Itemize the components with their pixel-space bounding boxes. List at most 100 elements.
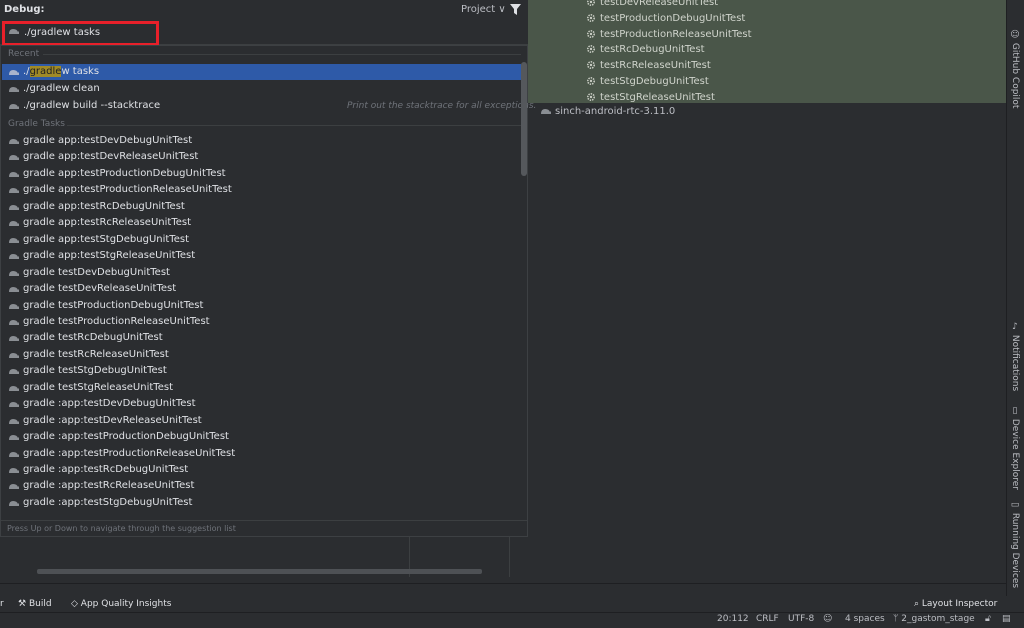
gradle-elephant-icon	[9, 468, 19, 473]
tree-item-label: sinch-android-rtc-3.11.0	[555, 106, 676, 117]
match-highlight: gradle	[29, 66, 62, 77]
filter-icon[interactable]	[510, 4, 521, 15]
gradle-elephant-icon	[9, 104, 19, 109]
caret-position[interactable]: 20:112	[717, 613, 749, 626]
gear-icon	[587, 0, 595, 6]
line-separator[interactable]: CRLF	[756, 613, 779, 626]
bell-icon: ♪	[1010, 322, 1020, 335]
recent-item[interactable]: ./gradlew build --stacktrace Print out t…	[2, 98, 536, 114]
gradle-task-item[interactable]: gradle app:testStgDebugUnitTest	[2, 232, 521, 248]
suggestion-popup: Recent ./gradlew tasks ./gradlew clean .…	[0, 45, 536, 537]
gradle-elephant-icon	[9, 402, 19, 408]
gradle-task-item[interactable]: gradle app:testRcReleaseUnitTest	[2, 215, 521, 231]
gradle-elephant-icon	[9, 237, 19, 243]
gradle-task-item[interactable]: gradle :app:testDevReleaseUnitTest	[2, 413, 521, 429]
gradle-task-item[interactable]: gradle :app:testProductionReleaseUnitTes…	[2, 446, 521, 462]
running-devices-tab[interactable]: ▭ Running Devices	[1010, 500, 1020, 588]
gradle-task-item[interactable]: gradle app:testProductionDebugUnitTest	[2, 166, 521, 182]
tree-item-test-task[interactable]: testDevReleaseUnitTest	[586, 0, 718, 11]
gradle-elephant-icon	[9, 188, 19, 194]
run-anything-title: Debug:	[4, 4, 45, 15]
gradle-tasks-section-label: Gradle Tasks	[8, 119, 65, 129]
gradle-elephant-icon	[9, 303, 19, 309]
gradle-task-item[interactable]: gradle :app:testStgDebugUnitTest	[2, 495, 521, 511]
annotation-highlight-box	[2, 21, 159, 46]
indent-setting[interactable]: 4 spaces	[845, 613, 885, 626]
gradle-task-item[interactable]: gradle :app:testDevDebugUnitTest	[2, 396, 521, 412]
gradle-task-item[interactable]: gradle testProductionDebugUnitTest	[2, 298, 521, 314]
vcs-branch[interactable]: ᛘ 2_gastom_stage	[893, 613, 975, 626]
popup-scrollbar[interactable]	[521, 62, 527, 176]
gear-icon	[586, 76, 596, 86]
gradle-elephant-icon	[9, 352, 19, 358]
divider	[509, 537, 510, 577]
memory-indicator-icon[interactable]: ▤	[1002, 613, 1011, 626]
gradle-elephant-icon	[541, 109, 551, 114]
recent-item-selected[interactable]: ./gradlew tasks	[2, 64, 521, 80]
gradle-task-item[interactable]: gradle :app:testRcReleaseUnitTest	[2, 478, 521, 494]
tree-item-test-task[interactable]: testRcDebugUnitTest	[586, 42, 705, 58]
build-tab[interactable]: ⚒ Build	[18, 597, 52, 611]
github-copilot-tab[interactable]: ☺ GitHub Copilot	[1010, 30, 1020, 108]
gradle-task-item[interactable]: gradle testRcReleaseUnitTest	[2, 347, 521, 363]
popup-footer-hint: Press Up or Down to navigate through the…	[1, 520, 527, 536]
gradle-elephant-icon	[9, 204, 19, 210]
diamond-icon: ◇	[71, 599, 81, 609]
gradle-elephant-icon	[9, 155, 19, 161]
recent-item[interactable]: ./gradlew clean	[2, 81, 521, 97]
horizontal-scrollbar[interactable]	[37, 569, 482, 574]
gradle-elephant-icon	[9, 87, 19, 92]
gradle-task-item[interactable]: gradle testStgReleaseUnitTest	[2, 380, 521, 396]
tree-item-test-task[interactable]: testStgDebugUnitTest	[586, 74, 709, 90]
gradle-task-item[interactable]: gradle testStgDebugUnitTest	[2, 363, 521, 379]
gradle-task-item[interactable]: gradle app:testStgReleaseUnitTest	[2, 248, 521, 264]
gradle-task-item[interactable]: gradle testRcDebugUnitTest	[2, 330, 521, 346]
gradle-elephant-icon	[9, 139, 19, 144]
gradle-elephant-icon	[9, 70, 19, 75]
copilot-status-icon[interactable]: ☺	[823, 613, 832, 626]
gradle-task-item[interactable]: gradle :app:testRcDebugUnitTest	[2, 462, 521, 478]
lock-icon[interactable]: 🔓︎	[985, 613, 991, 626]
gradle-elephant-icon	[9, 435, 19, 441]
gear-icon	[586, 13, 596, 22]
copilot-icon: ☺	[1010, 30, 1020, 43]
gradle-elephant-icon	[9, 418, 19, 424]
tree-item-test-task[interactable]: testProductionReleaseUnitTest	[586, 27, 752, 43]
project-scope-select[interactable]: Project ∨	[461, 4, 506, 15]
gradle-task-item[interactable]: gradle app:testProductionReleaseUnitTest	[2, 182, 521, 198]
divider	[67, 125, 521, 126]
notifications-tab[interactable]: ♪ Notifications	[1010, 322, 1020, 391]
gradle-task-item[interactable]: gradle app:testRcDebugUnitTest	[2, 199, 521, 215]
gradle-elephant-icon	[9, 254, 19, 260]
device-explorer-tab[interactable]: ▯ Device Explorer	[1010, 406, 1020, 490]
gradle-elephant-icon	[9, 221, 19, 227]
app-quality-insights-tab[interactable]: ◇ App Quality Insights	[71, 597, 171, 611]
tool-tab-truncated[interactable]: r	[0, 597, 4, 611]
divider	[0, 583, 1006, 584]
file-encoding[interactable]: UTF-8	[788, 613, 814, 626]
gradle-task-item[interactable]: gradle testProductionReleaseUnitTest	[2, 314, 521, 330]
hammer-icon: ⚒	[18, 599, 29, 609]
gradle-elephant-icon	[9, 171, 19, 177]
recent-section-label: Recent	[8, 49, 40, 59]
gradle-task-item[interactable]: gradle testDevDebugUnitTest	[2, 265, 521, 281]
divider	[43, 54, 521, 55]
gradle-elephant-icon	[9, 287, 19, 293]
command-hint: Print out the stacktrace for all excepti…	[347, 101, 537, 111]
gradle-elephant-icon	[9, 319, 19, 325]
tree-item-test-task[interactable]: testRcReleaseUnitTest	[586, 58, 711, 74]
gradle-task-item[interactable]: gradle app:testDevReleaseUnitTest	[2, 149, 521, 165]
gradle-elephant-icon	[9, 369, 19, 375]
gradle-task-item[interactable]: gradle :app:testProductionDebugUnitTest	[2, 429, 521, 445]
gradle-task-item[interactable]: gradle testDevReleaseUnitTest	[2, 281, 521, 297]
device-icon: ▯	[1010, 406, 1020, 419]
gradle-task-item[interactable]: gradle app:testDevDebugUnitTest	[2, 133, 521, 149]
gear-icon	[586, 61, 596, 70]
tree-item-sinch[interactable]: sinch-android-rtc-3.11.0	[540, 104, 675, 120]
tree-item-test-task[interactable]: testProductionDebugUnitTest	[586, 11, 745, 27]
gradle-elephant-icon	[9, 270, 19, 276]
layout-inspector-tab[interactable]: ⌕ Layout Inspector	[914, 597, 997, 611]
gradle-elephant-icon	[9, 336, 19, 342]
gradle-tree-panel: testDevReleaseUnitTest testProductionDebu…	[528, 0, 1006, 103]
gear-icon	[586, 45, 596, 54]
